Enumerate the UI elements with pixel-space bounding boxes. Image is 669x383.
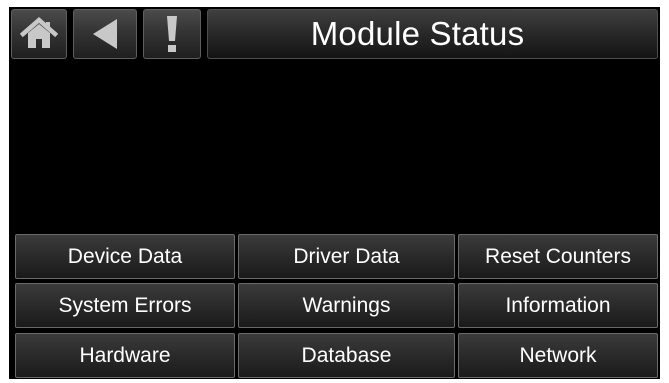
network-button[interactable]: Network: [458, 333, 658, 378]
back-button[interactable]: [73, 9, 137, 59]
header-bar: Module Status: [9, 7, 660, 61]
home-icon: [20, 17, 58, 48]
database-button[interactable]: Database: [238, 333, 455, 378]
driver-data-button[interactable]: Driver Data: [238, 234, 455, 279]
status-display-area: [9, 61, 660, 231]
screen: Module Status Device Data Driver Data Re…: [0, 0, 669, 383]
system-errors-button[interactable]: System Errors: [15, 283, 235, 328]
button-grid: Device Data Driver Data Reset Counters S…: [9, 231, 660, 379]
hardware-button[interactable]: Hardware: [15, 333, 235, 378]
device-panel: Module Status Device Data Driver Data Re…: [9, 7, 660, 379]
warnings-button[interactable]: Warnings: [238, 283, 455, 328]
title-bar: Module Status: [207, 9, 658, 59]
back-arrow-icon: [93, 19, 117, 49]
information-button[interactable]: Information: [458, 283, 658, 328]
alert-button[interactable]: [143, 9, 201, 59]
exclamation-icon: [167, 16, 177, 52]
device-data-button[interactable]: Device Data: [15, 234, 235, 279]
page-title: Module Status: [310, 15, 525, 52]
reset-counters-button[interactable]: Reset Counters: [458, 234, 658, 279]
home-button[interactable]: [11, 9, 67, 59]
